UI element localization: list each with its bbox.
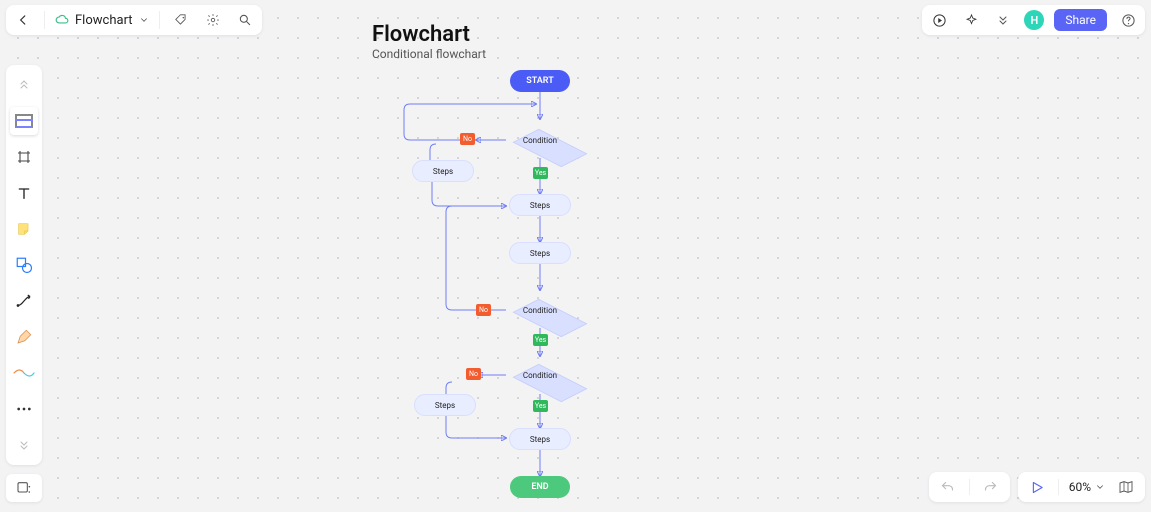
- pen-tool[interactable]: [10, 323, 38, 351]
- help-button[interactable]: [1117, 9, 1139, 31]
- chevron-down-icon: [139, 15, 149, 25]
- shape-icon: [15, 256, 33, 274]
- text-icon: [16, 185, 32, 201]
- divider: [969, 479, 970, 495]
- tag-icon: [174, 13, 188, 27]
- highlighter-icon: [13, 366, 35, 380]
- sparkle-button[interactable]: [960, 9, 982, 31]
- node-label: Condition: [504, 118, 576, 162]
- connector-icon: [15, 292, 33, 310]
- history-group: [929, 472, 1010, 502]
- node-condition-3[interactable]: Condition: [504, 353, 576, 397]
- play-circle-icon: [932, 13, 947, 28]
- node-label: Steps: [530, 201, 550, 210]
- node-label: Condition: [504, 288, 576, 332]
- more-icon: [16, 406, 32, 412]
- search-icon: [238, 13, 252, 27]
- node-start[interactable]: START: [510, 70, 570, 92]
- view-group: 60%: [1018, 472, 1145, 502]
- node-label: END: [531, 482, 548, 492]
- help-icon: [1121, 13, 1136, 28]
- node-condition-1[interactable]: Condition: [504, 118, 576, 162]
- search-button[interactable]: [234, 9, 256, 31]
- sparkle-icon: [964, 13, 979, 28]
- tool-palette: [6, 65, 42, 465]
- chevrons-button[interactable]: [992, 9, 1014, 31]
- undo-button[interactable]: [937, 476, 959, 498]
- node-steps-mid-1[interactable]: Steps: [509, 194, 571, 216]
- edge-label-yes-1[interactable]: Yes: [533, 167, 548, 179]
- node-end[interactable]: END: [510, 476, 570, 498]
- sticky-note-icon: [16, 221, 32, 237]
- map-button[interactable]: [1115, 476, 1137, 498]
- node-steps-left-1[interactable]: Steps: [412, 160, 474, 182]
- share-label: Share: [1065, 13, 1096, 27]
- cloud-icon: [55, 13, 69, 27]
- edge-label-no-3[interactable]: No: [466, 368, 481, 380]
- document-title-dropdown[interactable]: Flowchart: [55, 13, 149, 28]
- edge-label-yes-2[interactable]: Yes: [533, 334, 548, 346]
- avatar[interactable]: H: [1024, 10, 1044, 30]
- frame-icon: [16, 149, 32, 165]
- node-label: Condition: [504, 353, 576, 397]
- redo-icon: [983, 480, 998, 495]
- node-label: Steps: [435, 401, 455, 410]
- highlighter-tool[interactable]: [10, 359, 38, 387]
- divider: [159, 11, 160, 29]
- sticky-tool[interactable]: [10, 215, 38, 243]
- present-button[interactable]: [1026, 476, 1048, 498]
- collapse-tools[interactable]: [10, 71, 38, 99]
- canvas-title[interactable]: Flowchart: [372, 22, 470, 47]
- shape-tool[interactable]: [10, 251, 38, 279]
- node-steps-mid-2[interactable]: Steps: [509, 242, 571, 264]
- node-steps-mid-3[interactable]: Steps: [509, 428, 571, 450]
- back-icon: [16, 13, 30, 27]
- edge-label-yes-3[interactable]: Yes: [533, 400, 548, 412]
- chevron-down-icon: [1095, 482, 1105, 492]
- bottom-right-controls: 60%: [929, 472, 1145, 502]
- assets-icon: [16, 480, 32, 496]
- node-label: Steps: [433, 167, 453, 176]
- edge-label-no-1[interactable]: No: [460, 133, 475, 145]
- connector-tool[interactable]: [10, 287, 38, 315]
- text-tool[interactable]: [10, 179, 38, 207]
- back-button[interactable]: [12, 9, 34, 31]
- settings-button[interactable]: [202, 9, 224, 31]
- present-icon: [1029, 480, 1044, 495]
- top-left-toolbar: Flowchart: [6, 5, 262, 35]
- zoom-value: 60%: [1069, 480, 1091, 494]
- node-label: Steps: [530, 249, 550, 258]
- map-icon: [1118, 479, 1134, 495]
- expand-tools[interactable]: [10, 431, 38, 459]
- gear-icon: [206, 13, 220, 27]
- assets-button[interactable]: [6, 474, 42, 502]
- divider: [44, 11, 45, 29]
- divider: [1058, 479, 1059, 495]
- chevrons-down-icon: [997, 14, 1009, 26]
- tag-button[interactable]: [170, 9, 192, 31]
- share-button[interactable]: Share: [1054, 9, 1107, 31]
- canvas-dot-grid[interactable]: [0, 0, 1151, 512]
- canvas-subtitle[interactable]: Conditional flowchart: [372, 47, 486, 61]
- node-label: Steps: [530, 435, 550, 444]
- redo-button[interactable]: [980, 476, 1002, 498]
- avatar-initial: H: [1031, 14, 1039, 27]
- frame-tool[interactable]: [10, 143, 38, 171]
- edge-label-no-2[interactable]: No: [476, 304, 491, 316]
- node-condition-2[interactable]: Condition: [504, 288, 576, 332]
- node-steps-left-2[interactable]: Steps: [414, 394, 476, 416]
- chevrons-up-icon: [18, 79, 30, 91]
- run-button[interactable]: [928, 9, 950, 31]
- pen-icon: [15, 328, 33, 346]
- document-title: Flowchart: [75, 13, 133, 28]
- zoom-dropdown[interactable]: 60%: [1069, 480, 1105, 494]
- more-tools[interactable]: [10, 395, 38, 423]
- top-right-toolbar: H Share: [922, 5, 1145, 35]
- template-icon: [15, 114, 33, 128]
- node-label: START: [526, 76, 554, 86]
- undo-icon: [940, 480, 955, 495]
- chevrons-down-icon: [18, 439, 30, 451]
- template-tool[interactable]: [10, 107, 38, 135]
